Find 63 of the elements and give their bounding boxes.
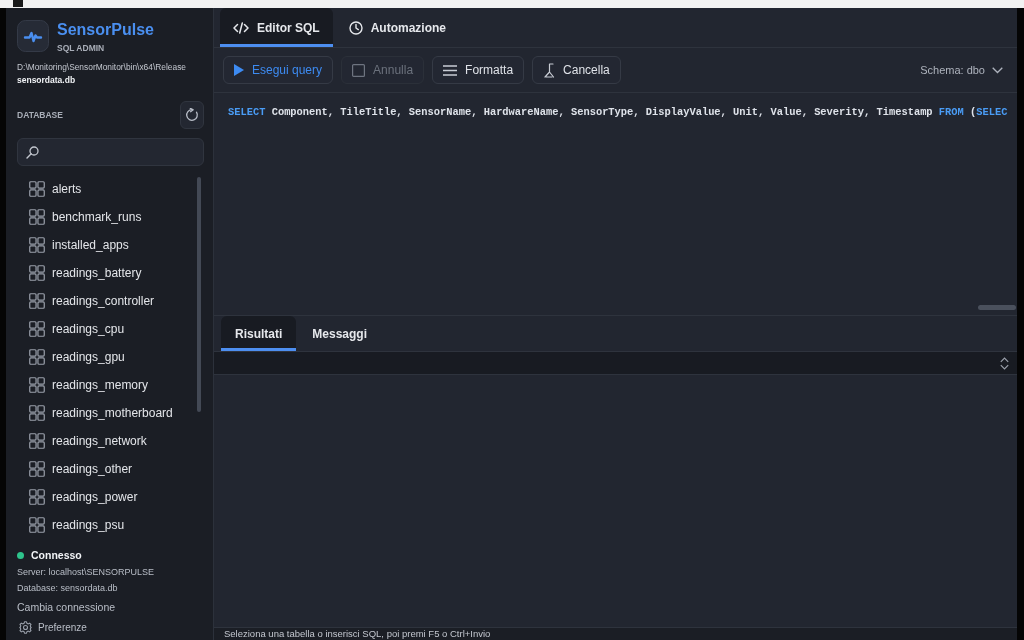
format-button[interactable]: Formatta xyxy=(432,56,525,84)
preferences-button[interactable]: Preferenze xyxy=(17,619,87,636)
table-list-item[interactable]: readings_power xyxy=(17,483,192,511)
scrollbar-thumb[interactable] xyxy=(978,305,1016,310)
main-tab[interactable]: Automazione xyxy=(335,8,459,47)
table-icon xyxy=(29,489,45,505)
table-list-item[interactable]: readings_cpu xyxy=(17,315,192,343)
database-path: D:\Monitoring\SensorMonitor\bin\x64\Release xyxy=(17,62,187,73)
refresh-button[interactable] xyxy=(180,101,204,129)
table-icon xyxy=(29,237,45,253)
table-list-item[interactable]: readings_psu xyxy=(17,511,192,539)
scrollbar-thumb[interactable] xyxy=(197,177,201,412)
table-list-item[interactable]: readings_battery xyxy=(17,259,192,287)
app-subtitle: SQL ADMIN xyxy=(57,43,106,53)
lines-icon xyxy=(443,64,458,76)
table-icon xyxy=(29,209,45,225)
results-tab[interactable]: Messaggi xyxy=(298,316,382,351)
chevron-down-icon xyxy=(992,66,1003,74)
table-icon xyxy=(29,349,45,365)
results-select[interactable] xyxy=(214,351,1017,375)
sql-code-line: SELECT Component, TileTitle, SensorName, HardwareName, SensorType, DisplayValue, Unit, Value, Severity, Timestamp FROM (SELEC xyxy=(228,105,1008,119)
status-text: Seleziona una tabella o inserisci SQL, poi premi F5 o Ctrl+Invio xyxy=(224,628,491,640)
server-info: Server: localhost\SENSORPULSE xyxy=(17,566,156,579)
table-list-item[interactable]: installed_apps xyxy=(17,231,192,259)
broom-icon xyxy=(543,62,556,78)
code-icon xyxy=(233,21,249,34)
refresh-icon xyxy=(185,108,199,122)
table-icon xyxy=(29,265,45,281)
table-icon xyxy=(29,433,45,449)
app-name: SensorPulse xyxy=(57,21,154,39)
search-field[interactable] xyxy=(17,138,204,166)
database-info: Database: sensordata.db xyxy=(17,582,119,595)
table-list-item[interactable]: readings_other xyxy=(17,455,192,483)
table-list-item[interactable]: readings_motherboard xyxy=(17,399,192,427)
connection-status: Connesso xyxy=(31,549,82,561)
change-connection-link[interactable]: Cambia connessione xyxy=(17,598,204,616)
table-list-item[interactable]: benchmark_runs xyxy=(17,203,192,231)
table-icon xyxy=(29,293,45,309)
clock-icon xyxy=(348,20,363,35)
table-icon xyxy=(29,181,45,197)
table-icon xyxy=(29,321,45,337)
table-icon xyxy=(29,461,45,477)
database-file: sensordata.db xyxy=(17,75,77,86)
square-icon xyxy=(352,63,366,77)
table-list-item[interactable]: readings_controller xyxy=(17,287,192,315)
up-down-chevron-icon xyxy=(1000,356,1009,370)
section-label: DATABASE xyxy=(17,110,63,120)
main-tab[interactable]: Editor SQL xyxy=(220,8,333,47)
search-icon xyxy=(26,145,39,159)
clear-button[interactable]: Cancella xyxy=(532,56,621,84)
table-list-item[interactable]: readings_network xyxy=(17,427,192,455)
schema-dropdown[interactable]: Schema: dbo xyxy=(920,64,1009,76)
table-list-item[interactable]: alerts xyxy=(17,175,192,203)
table-icon xyxy=(29,377,45,393)
table-list-item[interactable]: readings_gpu xyxy=(17,343,192,371)
run-query-button[interactable]: Esegui query xyxy=(223,56,334,84)
table-icon xyxy=(29,405,45,421)
play-icon xyxy=(234,64,244,76)
logo-icon xyxy=(17,20,49,52)
table-icon xyxy=(29,517,45,533)
results-tab[interactable]: Risultati xyxy=(221,316,297,351)
settings-icon xyxy=(19,621,32,634)
table-list-item[interactable]: readings_memory xyxy=(17,371,192,399)
